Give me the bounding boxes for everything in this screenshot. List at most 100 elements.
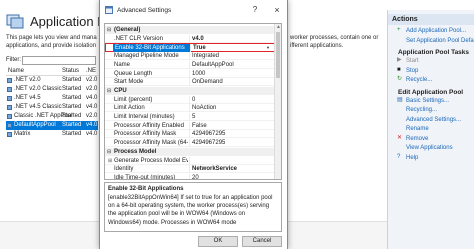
category-header[interactable]: ⊟ CPU [105,86,275,95]
app-pool-icon [7,123,12,128]
property-value[interactable]: 0 [192,96,274,104]
action-link[interactable]: View Applications [406,145,453,151]
property-value[interactable]: v4.0 [192,35,274,43]
property-row[interactable]: Processor Affinity Mask (64-b 4294967295 [105,139,275,148]
action-link[interactable]: Rename [406,126,429,132]
action-link[interactable]: Add Application Pool... [406,28,466,34]
property-row[interactable]: Queue Length 1000 [105,69,275,78]
table-row[interactable]: .NET v2.0 Classic Started v2.0 [6,85,98,94]
property-name: Identity [114,166,134,173]
property-name: Queue Length [114,70,153,77]
table-row[interactable]: .NET v4.5 Classic Started v4.0 [6,103,98,112]
recycle-icon: ↻ [397,76,403,82]
property-row[interactable]: Limit Action NoAction [105,104,275,113]
page-description-continued: worker processes, contain one or ifferent… [290,34,380,50]
pool-status: Started [62,122,82,128]
property-row[interactable]: Name DefaultAppPool [105,60,275,69]
property-value[interactable]: 1000 [192,70,274,78]
scroll-up-arrow-icon[interactable]: ▲ [276,25,281,30]
pool-net-version: v4.0 [86,95,98,101]
property-value[interactable]: 20 [192,174,274,179]
app-pool-icon [7,78,12,83]
table-row[interactable]: DefaultAppPool Started v4.0 [6,121,98,130]
action-link[interactable]: Basic Settings... [406,98,449,104]
actions-pane: Actions + Add Application Pool... Set Appl… [387,10,474,249]
description-line: worker processes, contain one or [290,35,379,41]
dropdown-arrow-icon[interactable]: ▼ [265,45,271,50]
property-value[interactable]: 5 [192,113,274,121]
action-link[interactable]: Start [406,58,419,64]
property-value[interactable]: OnDemand [192,78,274,86]
dialog-title: Advanced Settings [117,7,172,14]
collapse-toggle-icon[interactable]: ⊟ [107,148,111,156]
filter-input[interactable] [22,56,96,65]
table-row[interactable]: Matrix Started v4.0 [6,130,98,139]
property-row[interactable]: Enable 32-Bit Applications True ▼ [105,43,275,53]
property-name: Idle Time-out (minutes) [114,174,176,180]
cancel-button[interactable]: Cancel [242,236,282,247]
pool-name: .NET v2.0 [14,77,41,83]
property-row[interactable]: Processor Affinity Mask 4294967295 [105,130,275,139]
action-link[interactable]: Set Application Pool Defaults... [406,38,474,44]
description-line: This page lets you view and mana [6,35,97,41]
expand-icon[interactable]: ⊞ [108,157,112,165]
pool-status: Started [62,77,82,83]
help-button[interactable]: ? [248,4,262,16]
category-name: Process Model [114,148,157,155]
property-name: Limit Action [114,105,145,112]
settings-icon: ▤ [397,96,403,103]
page-description: This page lets you view and mana applicat… [6,34,98,50]
property-value[interactable]: Integrated [192,52,274,60]
property-row[interactable]: Start Mode OnDemand [105,78,275,87]
description-title: Enable 32-Bit Applications [108,186,184,192]
property-row[interactable]: Limit Interval (minutes) 5 [105,113,275,121]
table-row[interactable]: .NET v4.5 Started v4.0 [6,94,98,103]
table-row[interactable]: Classic .NET AppPool Started v2.0 [6,112,98,121]
category-header[interactable]: ⊟ (General) [105,26,275,34]
pool-net-version: v2.0 [86,77,98,83]
action-link[interactable]: Recycle... [406,77,432,83]
close-button[interactable]: × [270,4,284,16]
column-divider [189,156,190,165]
property-value[interactable]: 4294967295 [192,130,274,138]
column-divider [189,113,190,121]
property-row[interactable]: Identity NetworkService [105,165,275,174]
column-header-name[interactable]: Name [8,68,24,74]
action-link[interactable]: Stop [406,68,418,74]
column-header-net[interactable]: .NE [86,68,96,74]
column-divider [189,130,190,139]
app-pool-icon [7,105,12,110]
column-header-status[interactable]: Status [62,68,79,74]
property-value[interactable]: DefaultAppPool [192,61,274,69]
action-link[interactable]: Help [406,155,418,161]
pool-net-version: v4.0 [86,104,98,110]
column-divider [189,52,190,61]
property-value[interactable]: NetworkService [192,165,274,173]
action-link[interactable]: Recycling... [406,107,437,113]
scrollbar-thumb[interactable] [276,32,280,78]
property-row[interactable]: ⊞Generate Process Model Event L [105,156,275,165]
collapse-toggle-icon[interactable]: ⊟ [107,26,111,34]
property-row[interactable]: .NET CLR Version v4.0 [105,34,275,43]
collapse-toggle-icon[interactable]: ⊟ [107,87,111,95]
property-value[interactable]: NoAction [192,104,274,112]
application-pools-icon [6,14,24,29]
property-row[interactable]: Idle Time-out (minutes) 20 [105,173,275,180]
property-row[interactable]: Processor Affinity Enabled False [105,121,275,130]
property-row[interactable]: Limit (percent) 0 [105,95,275,104]
app-pool-icon [7,96,12,101]
table-row[interactable]: .NET v2.0 Started v2.0 [6,76,98,85]
property-value[interactable]: False [192,122,274,130]
property-grid-scrollbar[interactable]: ▲ [274,24,281,179]
table-body: .NET v2.0 Started v2.0 .NET v2.0 Classic Sta… [6,76,98,139]
pool-status: Started [62,131,82,137]
property-name: Name [114,61,131,68]
property-grid: ⊟ (General) .NET CLR Version v4.0 Enable 32-… [104,23,282,180]
action-link[interactable]: Advanced Settings... [406,117,461,123]
action-link[interactable]: Remove [406,136,428,142]
property-value[interactable]: 4294967295 [192,139,274,147]
property-row[interactable]: Managed Pipeline Mode Integrated [105,52,275,61]
ok-button[interactable]: OK [198,236,238,247]
category-header[interactable]: ⊟ Process Model [105,147,275,156]
actions-title: Actions [388,14,474,25]
